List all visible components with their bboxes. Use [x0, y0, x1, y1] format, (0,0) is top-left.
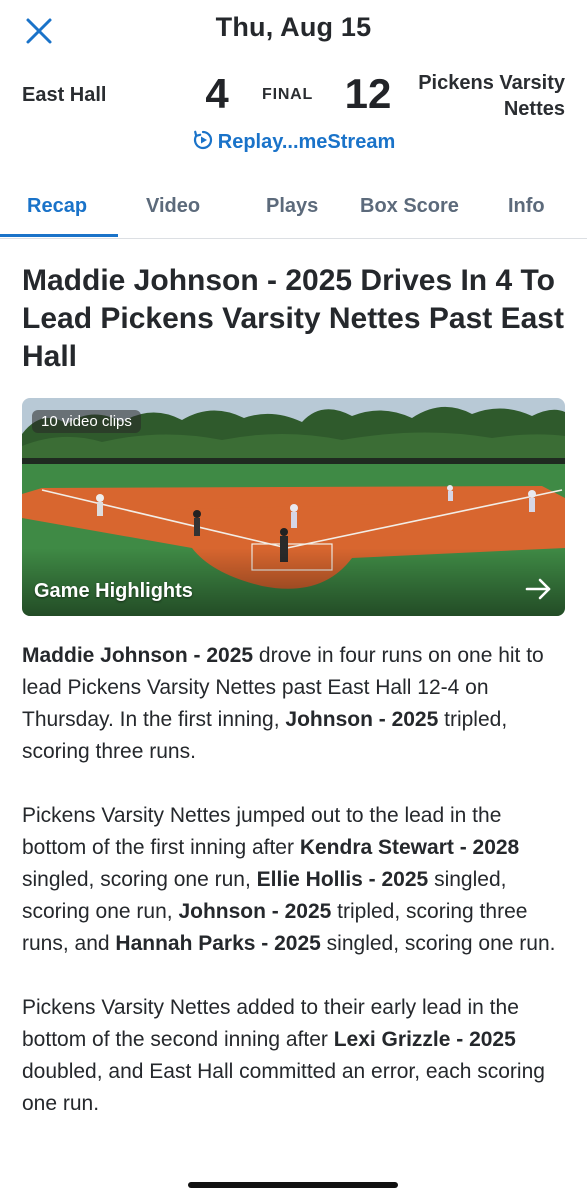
- paragraph-text: singled, scoring one run,: [22, 868, 257, 891]
- tab-bar: Recap Video Plays Box Score Info: [0, 182, 587, 239]
- player-name: Maddie Johnson - 2025: [22, 644, 254, 667]
- player-name: Lexi Grizzle - 2025: [333, 1028, 516, 1051]
- paragraph-text: doubled, and East Hall committed an erro…: [22, 1060, 545, 1115]
- video-title: Game Highlights: [34, 580, 193, 602]
- tab-plays[interactable]: Plays: [266, 195, 318, 218]
- home-team-score: 12: [344, 70, 392, 117]
- video-clips-badge: 10 video clips: [32, 410, 141, 433]
- player-name: Hannah Parks - 2025: [115, 932, 321, 955]
- home-team-name[interactable]: Pickens Varsity Nettes: [395, 70, 565, 122]
- active-tab-indicator: [0, 234, 118, 237]
- article-headline: Maddie Johnson - 2025 Drives In 4 To Lea…: [22, 264, 564, 373]
- replay-label: Replay...meStream: [217, 131, 396, 153]
- article-body: Maddie Johnson - 2025 drove in four runs…: [22, 640, 567, 1152]
- article-paragraph: Pickens Varsity Nettes added to their ea…: [22, 992, 567, 1120]
- tab-recap[interactable]: Recap: [27, 195, 87, 218]
- article-paragraph: Pickens Varsity Nettes jumped out to the…: [22, 800, 567, 960]
- paragraph-text: singled, scoring one run.: [320, 932, 556, 955]
- game-date-title: Thu, Aug 15: [215, 12, 372, 42]
- replay-link[interactable]: Replay...meStream: [0, 129, 587, 154]
- game-status: FINAL: [262, 86, 314, 103]
- article-paragraph: Maddie Johnson - 2025 drove in four runs…: [22, 640, 567, 768]
- home-indicator[interactable]: [188, 1182, 398, 1188]
- player-name: Ellie Hollis - 2025: [256, 868, 429, 891]
- replay-play-icon: [192, 129, 214, 151]
- player-name: Kendra Stewart - 2028: [299, 836, 520, 859]
- game-highlights-video[interactable]: 10 video clips Game Highlights: [22, 398, 565, 616]
- player-name: Johnson - 2025: [178, 900, 332, 923]
- tab-info[interactable]: Info: [508, 195, 545, 218]
- away-team-name[interactable]: East Hall: [22, 84, 106, 107]
- player-name: Johnson - 2025: [285, 708, 439, 731]
- top-bar: Thu, Aug 15: [0, 0, 587, 60]
- tab-video[interactable]: Video: [146, 195, 200, 218]
- tab-box-score[interactable]: Box Score: [360, 195, 459, 218]
- arrow-right-icon[interactable]: [523, 574, 553, 604]
- away-team-score: 4: [205, 70, 229, 117]
